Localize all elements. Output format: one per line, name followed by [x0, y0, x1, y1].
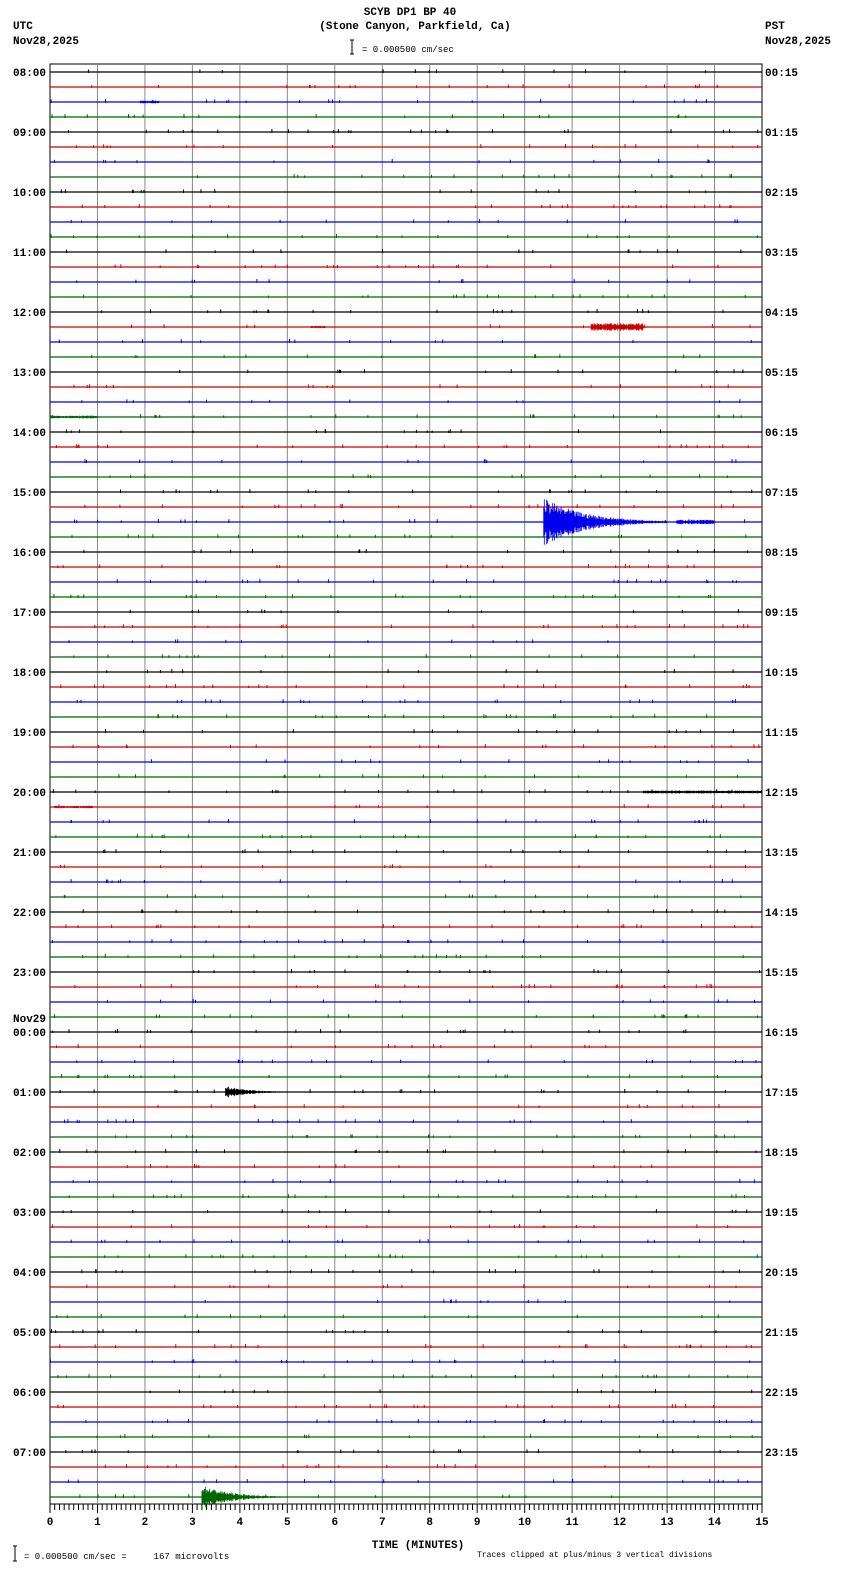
utc-hour-label: 18:00	[13, 668, 46, 680]
seismic-event	[139, 100, 160, 104]
seismic-event	[225, 1086, 297, 1098]
seismic-event	[676, 519, 715, 525]
footer-scale-label: = 0.000500 cm/sec = 167 microvolts	[24, 1552, 229, 1562]
x-tick-label: 8	[426, 1517, 433, 1529]
pst-hour-label: 03:15	[765, 248, 798, 260]
utc-hour-label: 14:00	[13, 428, 46, 440]
left-date: Nov28,2025	[13, 36, 79, 48]
seismic-event	[543, 499, 668, 545]
utc-hour-label: 20:00	[13, 788, 46, 800]
left-timezone: UTC	[13, 21, 33, 33]
pst-hour-label: 06:15	[765, 428, 798, 440]
pst-hour-label: 10:15	[765, 668, 798, 680]
utc-hour-label: 21:00	[13, 848, 46, 860]
pst-hour-label: 15:15	[765, 968, 798, 980]
utc-hour-label: 09:00	[13, 128, 46, 140]
utc-hour-label: 04:00	[13, 1268, 46, 1280]
utc-hour-label: 08:00	[13, 68, 46, 80]
utc-hour-label: 17:00	[13, 608, 46, 620]
pst-hour-label: 16:15	[765, 1028, 798, 1040]
right-timezone: PST	[765, 21, 785, 33]
plot-border	[49, 63, 763, 1505]
helicorder-chart: SCYB DP1 BP 40 (Stone Canyon, Parkfield,…	[13, 7, 831, 1562]
x-tick-label: 0	[47, 1517, 54, 1529]
pst-hour-label: 14:15	[765, 908, 798, 920]
utc-hour-label: 22:00	[13, 908, 46, 920]
pst-hour-label: 12:15	[765, 788, 798, 800]
utc-hour-label: 01:00	[13, 1088, 46, 1100]
pst-hour-label: 21:15	[765, 1328, 798, 1340]
utc-hour-label: 05:00	[13, 1328, 46, 1340]
seismic-event	[54, 805, 93, 809]
date-change-label: Nov29	[13, 1014, 46, 1026]
utc-hour-label: 16:00	[13, 548, 46, 560]
pst-hour-label: 23:15	[765, 1448, 798, 1460]
x-tick-label: 12	[613, 1517, 626, 1529]
utc-hour-label: 03:00	[13, 1208, 46, 1220]
pst-hour-label: 20:15	[765, 1268, 798, 1280]
pst-hour-label: 18:15	[765, 1148, 798, 1160]
chart-title: SCYB DP1 BP 40	[364, 7, 456, 19]
pst-hour-label: 13:15	[765, 848, 798, 860]
x-tick-label: 7	[379, 1517, 386, 1529]
footer-clip-note: Traces clipped at plus/minus 3 vertical …	[477, 1551, 712, 1560]
x-tick-label: 4	[237, 1517, 244, 1529]
x-tick-label: 2	[142, 1517, 149, 1529]
utc-hour-label: 07:00	[13, 1448, 46, 1460]
pst-hour-label: 01:15	[765, 128, 798, 140]
pst-hour-label: 19:15	[765, 1208, 798, 1220]
x-tick-label: 1	[94, 1517, 101, 1529]
x-tick-label: 13	[660, 1517, 674, 1529]
utc-hour-label: 00:00	[13, 1028, 46, 1040]
x-axis-label: TIME (MINUTES)	[372, 1540, 464, 1552]
pst-hour-label: 05:15	[765, 368, 798, 380]
utc-hour-label: 06:00	[13, 1388, 46, 1400]
x-axis-ticks	[49, 1504, 763, 1513]
utc-hour-label: 12:00	[13, 308, 46, 320]
utc-hour-label: 11:00	[13, 248, 46, 260]
pst-hour-label: 07:15	[765, 488, 798, 500]
seismic-event	[590, 323, 644, 331]
pst-hour-label: 02:15	[765, 188, 798, 200]
x-tick-label: 11	[566, 1517, 580, 1529]
x-tick-label: 9	[474, 1517, 481, 1529]
x-tick-label: 15	[755, 1517, 769, 1529]
utc-hour-label: 02:00	[13, 1148, 46, 1160]
pst-hour-label: 00:15	[765, 68, 798, 80]
pst-hour-label: 09:15	[765, 608, 798, 620]
x-tick-label: 10	[518, 1517, 531, 1529]
right-date: Nov28,2025	[765, 36, 831, 48]
x-tick-label: 6	[331, 1517, 338, 1529]
seismic-event	[642, 790, 762, 794]
scale-label: = 0.000500 cm/sec	[362, 45, 454, 55]
scale-bar-icon	[350, 39, 354, 55]
pst-hour-label: 04:15	[765, 308, 798, 320]
pst-hour-label: 17:15	[765, 1088, 798, 1100]
seismic-event	[310, 325, 326, 329]
x-tick-label: 5	[284, 1517, 291, 1529]
pst-hour-label: 22:15	[765, 1388, 798, 1400]
utc-hour-label: 23:00	[13, 968, 46, 980]
pst-hour-label: 08:15	[765, 548, 798, 560]
footer-scale-bar-icon	[13, 1545, 17, 1562]
utc-hour-label: 10:00	[13, 188, 46, 200]
seismic-event	[49, 415, 98, 419]
utc-hour-label: 15:00	[13, 488, 46, 500]
pst-hour-label: 11:15	[765, 728, 798, 740]
utc-hour-label: 13:00	[13, 368, 46, 380]
utc-hour-label: 19:00	[13, 728, 46, 740]
chart-subtitle: (Stone Canyon, Parkfield, Ca)	[319, 21, 510, 33]
x-tick-label: 14	[708, 1517, 722, 1529]
x-tick-label: 3	[189, 1517, 196, 1529]
